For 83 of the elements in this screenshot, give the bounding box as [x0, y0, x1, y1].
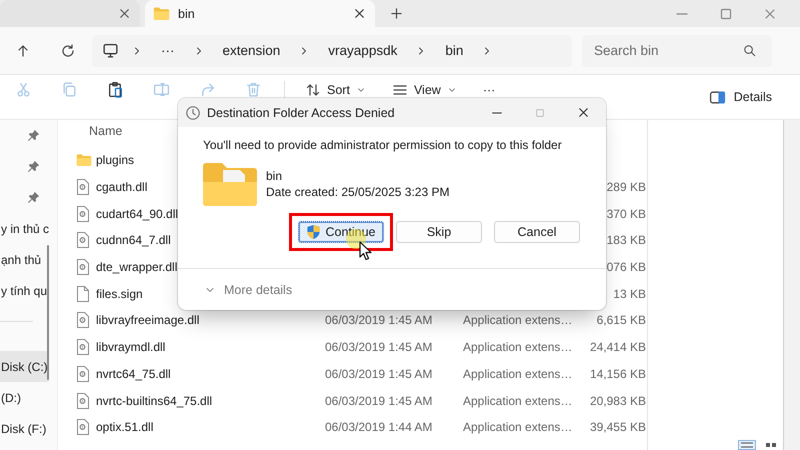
dll-file-icon [76, 419, 90, 436]
sidebar-item[interactable]: Disk (C:) [0, 351, 49, 382]
tab[interactable]: bin [145, 0, 375, 27]
type-cell: Application extens… [463, 313, 572, 328]
size-cell-text: 183 KB [606, 233, 646, 248]
size-cell-text: 14,156 KB [588, 366, 646, 381]
folder-icon [203, 162, 257, 206]
dialog-button[interactable]: Cancel [494, 221, 580, 243]
details-pane-icon [708, 88, 726, 106]
more-details-toggle[interactable]: More details [178, 268, 606, 310]
sort-menu[interactable]: Sort [299, 81, 372, 98]
dll-file-icon [76, 232, 90, 248]
overflow-button[interactable]: ··· [155, 43, 180, 58]
size-cell-text: 6,615 KB [596, 313, 646, 328]
breadcrumb[interactable]: bin [439, 43, 470, 58]
file-name: cgauth.dll [96, 180, 148, 194]
dll-file-icon [76, 339, 90, 356]
view-menu[interactable]: View [386, 81, 463, 98]
date-cell: 06/03/2019 1:44 AM [325, 420, 432, 434]
folder-icon [153, 6, 170, 21]
file-name: nvrtc64_75.dll [96, 366, 171, 381]
date-cell: 06/03/2019 1:45 AM [325, 340, 432, 354]
type-cell: Application extens… [463, 420, 572, 434]
dll-file-icon [76, 366, 90, 382]
file-icon [76, 286, 90, 302]
folder-icon [76, 153, 92, 168]
size-cell-text: 076 KB [606, 260, 646, 274]
type-cell: Application extens… [463, 340, 572, 354]
sidebar-item[interactable]: ạnh thủ [0, 244, 49, 275]
file-name: dte_wrapper.dll [96, 260, 178, 274]
search-field[interactable]: Search bin [582, 34, 772, 66]
date-cell: 06/03/2019 1:45 AM [325, 366, 432, 381]
close-icon[interactable] [352, 6, 367, 21]
size-cell-text: 24,414 KB [588, 340, 646, 354]
paste-icon[interactable] [107, 81, 124, 98]
dll-file-icon [76, 312, 90, 328]
scrollbar-thumb[interactable] [47, 245, 49, 380]
dialog-message: You'll need to provide administrator permission to copy to this folder [203, 138, 563, 152]
breadcrumb[interactable]: vrayappsdk [322, 43, 404, 58]
dialog-button[interactable]: Continue [298, 221, 384, 243]
file-name: plugins [96, 153, 134, 168]
file-name: nvrtc-builtins64_75.dll [96, 394, 212, 408]
file-name: cudart64_90.dll [96, 206, 178, 221]
sidebar-item[interactable]: Disk (F:) [0, 413, 49, 444]
date-cell: 06/03/2019 1:45 AM [325, 313, 432, 328]
file-name: libvrayfreeimage.dll [96, 313, 200, 328]
file-name: optix.51.dll [96, 420, 154, 434]
details-button[interactable]: Details [708, 88, 772, 106]
sidebar-item[interactable]: y in thủ c [0, 213, 49, 244]
size-cell-text: 289 KB [606, 180, 646, 194]
dialog-button[interactable]: Skip [396, 221, 482, 243]
more-menu[interactable]: ··· [476, 81, 502, 98]
date-created: Date created: 25/05/2025 3:23 PM [266, 185, 450, 199]
column-header[interactable]: Name [89, 124, 122, 138]
type-cell: Application extens… [463, 366, 572, 381]
tiles-view-icon [765, 442, 777, 448]
type-cell: Application extens… [463, 394, 572, 408]
clock-icon [185, 104, 201, 120]
size-cell-text: 39,455 KB [588, 420, 646, 434]
size-cell-text: 13 KB [612, 286, 646, 301]
dll-file-icon [76, 259, 90, 276]
close-icon[interactable] [576, 105, 591, 120]
details-view-button[interactable] [738, 440, 756, 450]
size-cell-text: 20,983 KB [588, 394, 646, 408]
dll-file-icon [76, 392, 90, 409]
dll-file-icon [76, 206, 90, 222]
monitor-icon[interactable] [102, 42, 119, 59]
refresh-icon[interactable] [60, 42, 76, 58]
close-icon[interactable] [117, 6, 132, 21]
breadcrumb[interactable]: extension [216, 43, 286, 58]
file-name: libvraymdl.dll [96, 340, 166, 354]
size-cell-text: 370 KB [606, 206, 646, 221]
details-view-icon [741, 442, 753, 448]
sidebar-item[interactable]: (D:) [0, 382, 49, 413]
date-cell: 06/03/2019 1:45 AM [325, 394, 432, 408]
file-name: cudnn64_7.dll [96, 233, 171, 248]
sort-icon [305, 82, 321, 98]
dll-file-icon [76, 179, 90, 196]
file-name: files.sign [96, 286, 143, 301]
dialog-title: Destination Folder Access Denied [207, 106, 396, 120]
folder-name: bin [266, 169, 284, 183]
sidebar-item[interactable]: y tính qu [0, 275, 49, 306]
plus-icon[interactable] [389, 6, 404, 21]
